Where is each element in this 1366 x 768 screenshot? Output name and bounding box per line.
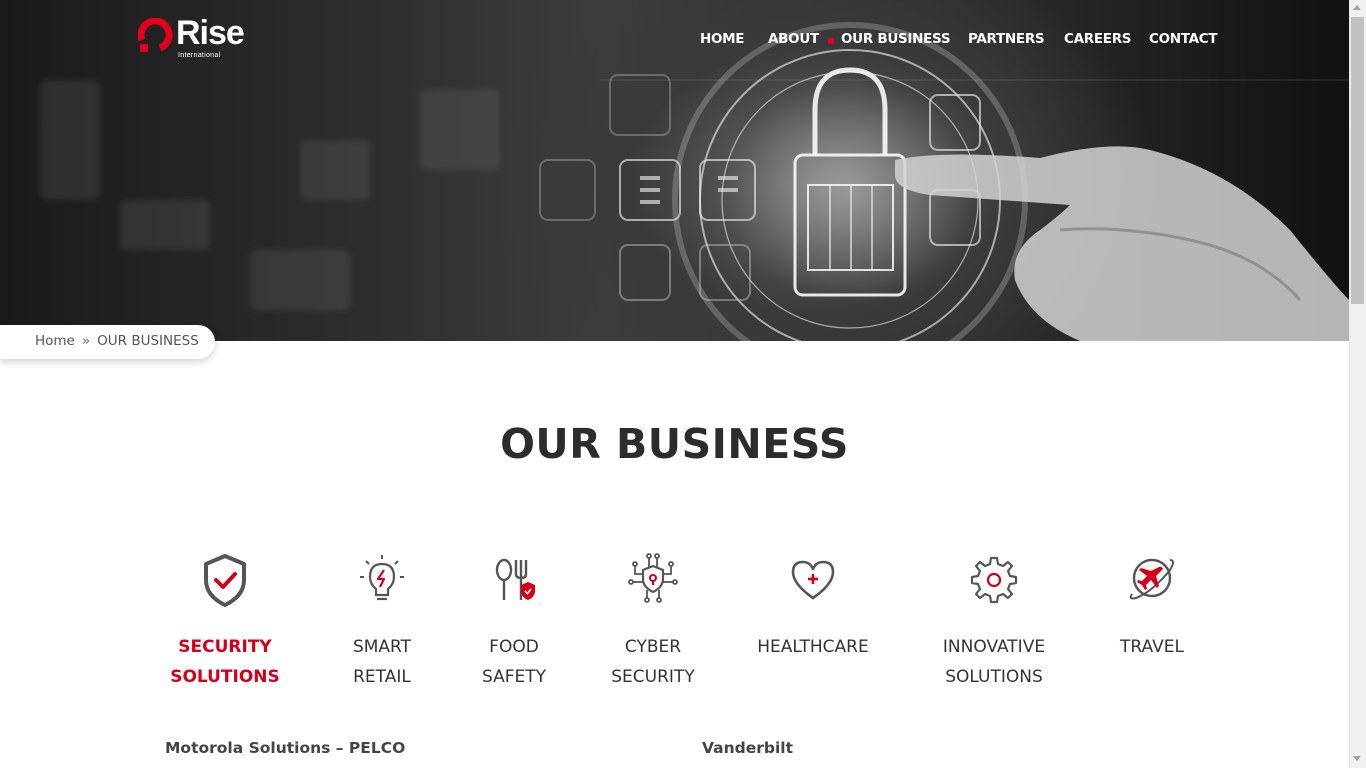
nav-home[interactable]: HOME xyxy=(700,31,745,47)
scroll-up-arrow-icon[interactable] xyxy=(1353,5,1361,10)
nav-contact[interactable]: CONTACT xyxy=(1149,31,1218,47)
category-innovative-solutions[interactable]: INNOVATIVE SOLUTIONS xyxy=(928,552,1060,692)
breadcrumb-home-link[interactable]: Home xyxy=(35,333,75,349)
heart-plus-icon xyxy=(791,560,835,600)
nav-about[interactable]: ABOUT xyxy=(768,31,819,47)
airplane-globe-icon xyxy=(1129,558,1174,600)
lightbulb-icon xyxy=(360,555,404,601)
scrollbar-thumb[interactable] xyxy=(1351,17,1364,304)
page-title: OUR BUSINESS xyxy=(500,420,849,468)
category-label: SECURITY SOLUTIONS xyxy=(170,637,280,687)
category-label: CYBER SECURITY xyxy=(611,637,695,687)
category-label: SMART RETAIL xyxy=(352,637,412,687)
breadcrumb-separator: » xyxy=(81,333,91,349)
category-label: TRAVEL xyxy=(1120,637,1184,657)
logo-subtitle: International xyxy=(178,52,221,59)
brand-heading-left: Motorola Solutions – PELCO xyxy=(165,739,406,757)
nav-partners[interactable]: PARTNERS xyxy=(968,31,1045,47)
category-label: HEALTHCARE xyxy=(757,637,869,657)
breadcrumb-current: OUR BUSINESS xyxy=(97,333,199,349)
rise-logo[interactable]: Rise International xyxy=(138,14,256,62)
logo-mark-icon xyxy=(138,18,173,52)
scroll-down-arrow-icon[interactable] xyxy=(1353,756,1361,761)
category-label: INNOVATIVE SOLUTIONS xyxy=(942,637,1046,687)
fork-spoon-shield-icon xyxy=(495,558,535,600)
category-security-solutions[interactable]: SECURITY SOLUTIONS xyxy=(160,552,290,692)
circuit-shield-icon xyxy=(628,553,678,603)
logo-wordmark: Rise xyxy=(176,14,245,52)
category-travel[interactable]: TRAVEL xyxy=(1108,552,1196,662)
gear-icon xyxy=(970,556,1018,604)
brand-heading-right: Vanderbilt xyxy=(702,739,794,757)
category-healthcare[interactable]: HEALTHCARE xyxy=(750,552,876,662)
category-smart-retail[interactable]: SMART RETAIL xyxy=(330,552,434,692)
shield-check-icon xyxy=(204,554,246,607)
category-label: FOOD SAFETY xyxy=(481,637,547,687)
nav-active-indicator xyxy=(828,38,834,44)
nav-our-business[interactable]: OUR BUSINESS xyxy=(841,31,951,47)
nav-careers[interactable]: CAREERS xyxy=(1064,31,1132,47)
category-food-safety[interactable]: FOOD SAFETY xyxy=(470,552,558,692)
category-cyber-security[interactable]: CYBER SECURITY xyxy=(598,552,708,692)
breadcrumb: Home » OUR BUSINESS xyxy=(0,325,215,359)
